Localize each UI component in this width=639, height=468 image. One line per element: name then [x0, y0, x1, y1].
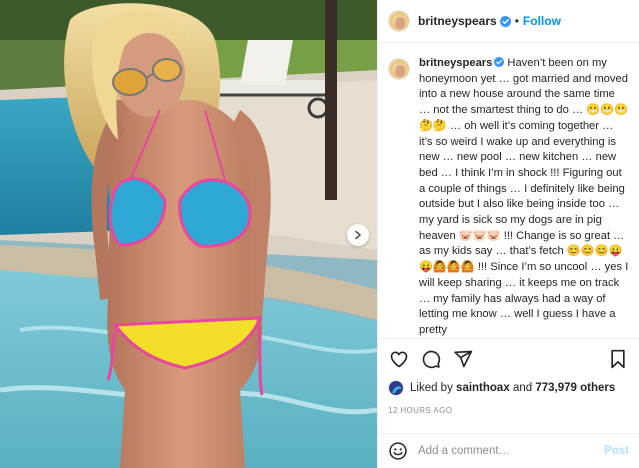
separator-dot: • [514, 14, 519, 28]
post-caption: britneyspears Haven’t been on my honeymoo… [419, 56, 629, 338]
likes-prefix: Liked by [410, 382, 453, 394]
caption-username[interactable]: britneyspears [419, 57, 492, 69]
post-actions-area: Liked by sainthoax and 773,979 others 12… [378, 338, 639, 433]
smiley-icon[interactable] [388, 441, 408, 461]
post-timestamp[interactable]: 12 HOURS AGO [388, 406, 629, 415]
heart-icon [390, 351, 408, 368]
post-photo[interactable] [0, 0, 377, 468]
bookmark-icon [611, 349, 625, 369]
likes-summary: Liked by sainthoax and 773,979 others [388, 380, 629, 396]
verified-badge-icon [494, 57, 505, 67]
avatar[interactable] [388, 58, 410, 80]
caption-text: Haven’t been on my honeymoon yet … got m… [419, 57, 629, 336]
follow-button[interactable]: Follow [523, 14, 561, 28]
verified-badge-icon [499, 15, 511, 27]
likes-others-link[interactable]: 773,979 others [535, 382, 615, 394]
post-header: britneyspears • Follow [378, 0, 639, 43]
comment-box: Post [378, 433, 639, 468]
post-image [0, 0, 377, 468]
post-side-panel: britneyspears • Follow britneyspears Have… [377, 0, 639, 468]
comment-button[interactable] [420, 348, 442, 370]
username-link[interactable]: britneyspears [418, 14, 497, 28]
save-button[interactable] [607, 348, 629, 370]
share-icon [454, 350, 473, 368]
likes-conjunction: and [512, 382, 533, 394]
action-bar [388, 339, 629, 379]
liker-avatar[interactable] [388, 380, 404, 396]
comment-input[interactable] [418, 445, 605, 457]
comment-icon [422, 350, 441, 369]
carousel-next-button[interactable] [347, 224, 369, 246]
avatar[interactable] [388, 10, 410, 32]
like-button[interactable] [388, 348, 410, 370]
liker-username-link[interactable]: sainthoax [456, 382, 510, 394]
share-button[interactable] [452, 348, 474, 370]
caption-section: britneyspears Haven’t been on my honeymoo… [378, 44, 639, 338]
chevron-right-icon [355, 230, 361, 240]
post-comment-button[interactable]: Post [604, 445, 629, 457]
